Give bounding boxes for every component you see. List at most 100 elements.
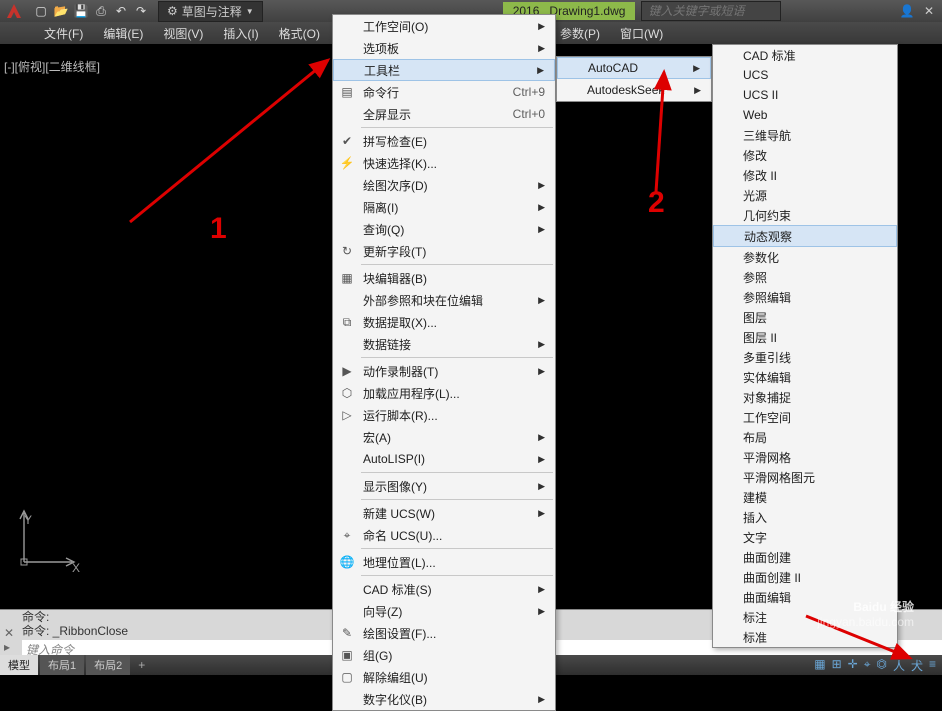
toolbar-item[interactable]: 图层 II bbox=[713, 327, 897, 347]
menu-item-ungroup[interactable]: ▢解除编组(U) bbox=[333, 666, 555, 688]
toolbar-item[interactable]: 平滑网格图元 bbox=[713, 467, 897, 487]
menu-item-macro[interactable]: 宏(A)▶ bbox=[333, 426, 555, 448]
search-input[interactable] bbox=[641, 1, 781, 21]
menu-item-workspace[interactable]: 工作空间(O)▶ bbox=[333, 15, 555, 37]
redo-icon[interactable]: ↷ bbox=[132, 2, 150, 20]
menu-item-commandline[interactable]: ▤命令行Ctrl+9 bbox=[333, 81, 555, 103]
menu-item-loadapp[interactable]: ⬡加载应用程序(L)... bbox=[333, 382, 555, 404]
status-icon[interactable]: ▦ bbox=[814, 657, 825, 674]
toolbar-item[interactable]: Web bbox=[713, 105, 897, 125]
menu-item-autolisp[interactable]: AutoLISP(I)▶ bbox=[333, 448, 555, 470]
toolbar-item[interactable]: 修改 II bbox=[713, 165, 897, 185]
toolbar-item[interactable]: 图层 bbox=[713, 307, 897, 327]
toolbar-item[interactable]: 文字 bbox=[713, 527, 897, 547]
toolbar-item[interactable]: 工作空间 bbox=[713, 407, 897, 427]
autocad-toolbars-submenu: CAD 标准UCSUCS IIWeb三维导航修改修改 II光源几何约束动态观察参… bbox=[712, 44, 898, 648]
toolbar-item[interactable]: 插入 bbox=[713, 507, 897, 527]
status-icon[interactable]: ≡ bbox=[929, 657, 936, 674]
menu-item-group[interactable]: ▣组(G) bbox=[333, 644, 555, 666]
toolbars-submenu: AutoCAD▶ AutodeskSeek▶ bbox=[556, 56, 712, 102]
undo-icon[interactable]: ↶ bbox=[112, 2, 130, 20]
close-icon[interactable]: ✕ bbox=[4, 626, 14, 640]
toolbar-item[interactable]: UCS bbox=[713, 65, 897, 85]
menu-edit[interactable]: 编辑(E) bbox=[93, 22, 153, 45]
menu-item-isolate[interactable]: 隔离(I)▶ bbox=[333, 196, 555, 218]
toolbar-item[interactable]: 修改 bbox=[713, 145, 897, 165]
workspace-label: 草图与注释 bbox=[182, 3, 242, 20]
menu-item-geolocation[interactable]: 🌐地理位置(L)... bbox=[333, 551, 555, 573]
menu-item-dataextract[interactable]: ⧉数据提取(X)... bbox=[333, 311, 555, 333]
toolbar-item[interactable]: 参数化 bbox=[713, 247, 897, 267]
toolbar-item[interactable]: CAD 标准 bbox=[713, 45, 897, 65]
menu-item-namedUcs[interactable]: ⌖命名 UCS(U)... bbox=[333, 524, 555, 546]
toolbar-item[interactable]: 平滑网格 bbox=[713, 447, 897, 467]
toolbar-item[interactable]: 曲面编辑 bbox=[713, 587, 897, 607]
print-icon[interactable]: ⎙ bbox=[92, 2, 110, 20]
menu-item-draftingsettings[interactable]: ✎绘图设置(F)... bbox=[333, 622, 555, 644]
toolbar-item[interactable]: 多重引线 bbox=[713, 347, 897, 367]
menu-item-displayimage[interactable]: 显示图像(Y)▶ bbox=[333, 475, 555, 497]
status-icon[interactable]: 犬 bbox=[911, 657, 923, 674]
toolbar-item[interactable]: UCS II bbox=[713, 85, 897, 105]
menu-item-blockeditor[interactable]: ▦块编辑器(B) bbox=[333, 267, 555, 289]
toolbar-item[interactable]: 几何约束 bbox=[713, 205, 897, 225]
gear-icon: ⚙ bbox=[167, 4, 178, 18]
toolbar-item[interactable]: 光源 bbox=[713, 185, 897, 205]
save-icon[interactable]: 💾 bbox=[72, 2, 90, 20]
tab-layout2[interactable]: 布局2 bbox=[86, 655, 130, 675]
app-logo bbox=[0, 1, 28, 21]
toolbar-item[interactable]: 对象捕捉 bbox=[713, 387, 897, 407]
menu-item-actionrecorder[interactable]: ▶动作录制器(T)▶ bbox=[333, 360, 555, 382]
toolbar-item[interactable]: 曲面创建 bbox=[713, 547, 897, 567]
status-icon[interactable]: 人 bbox=[893, 657, 905, 674]
menu-item-palettes[interactable]: 选项板▶ bbox=[333, 37, 555, 59]
menu-item-wizards[interactable]: 向导(Z)▶ bbox=[333, 600, 555, 622]
open-icon[interactable]: 📂 bbox=[52, 2, 70, 20]
status-icon[interactable]: ✛ bbox=[848, 657, 858, 674]
workspace-selector[interactable]: ⚙ 草图与注释 ▼ bbox=[158, 1, 263, 22]
menu-window[interactable]: 窗口(W) bbox=[610, 22, 673, 45]
add-layout-button[interactable]: + bbox=[132, 656, 151, 674]
menu-item-draworder[interactable]: 绘图次序(D)▶ bbox=[333, 174, 555, 196]
menu-item-runscript[interactable]: ▷运行脚本(R)... bbox=[333, 404, 555, 426]
menu-item-inquiry[interactable]: 查询(Q)▶ bbox=[333, 218, 555, 240]
toolbar-item[interactable]: 参照 bbox=[713, 267, 897, 287]
tab-layout1[interactable]: 布局1 bbox=[40, 655, 84, 675]
toolbar-item[interactable]: 标注 bbox=[713, 607, 897, 627]
toolbar-item[interactable]: 标准 bbox=[713, 627, 897, 647]
toolbar-item[interactable]: 三维导航 bbox=[713, 125, 897, 145]
menu-item-cadstandards[interactable]: CAD 标准(S)▶ bbox=[333, 578, 555, 600]
menu-insert[interactable]: 插入(I) bbox=[213, 22, 268, 45]
toolbar-item[interactable]: 动态观察 bbox=[713, 225, 897, 247]
menu-item-spellcheck[interactable]: ✔拼写检查(E) bbox=[333, 130, 555, 152]
menu-item-tablet[interactable]: 数字化仪(B)▶ bbox=[333, 688, 555, 710]
menu-item-fullscreen[interactable]: 全屏显示Ctrl+0 bbox=[333, 103, 555, 125]
toolbar-item[interactable]: 布局 bbox=[713, 427, 897, 447]
menu-view[interactable]: 视图(V) bbox=[153, 22, 213, 45]
menu-item-quickselect[interactable]: ⚡快速选择(K)... bbox=[333, 152, 555, 174]
chevron-down-icon: ▼ bbox=[246, 7, 254, 16]
toolbar-item[interactable]: 曲面创建 II bbox=[713, 567, 897, 587]
menu-item-newucs[interactable]: 新建 UCS(W)▶ bbox=[333, 502, 555, 524]
expand-icon[interactable]: ▸ bbox=[4, 640, 10, 654]
status-icon[interactable]: ⌖ bbox=[864, 657, 871, 674]
menu-param[interactable]: 参数(P) bbox=[550, 22, 610, 45]
toolbar-item[interactable]: 参照编辑 bbox=[713, 287, 897, 307]
new-icon[interactable]: ▢ bbox=[32, 2, 50, 20]
menu-file[interactable]: 文件(F) bbox=[34, 22, 93, 45]
submenu-item-autocad[interactable]: AutoCAD▶ bbox=[557, 57, 711, 79]
toolbar-item[interactable]: 建模 bbox=[713, 487, 897, 507]
tab-model[interactable]: 模型 bbox=[0, 655, 38, 675]
menu-item-xrefblockedit[interactable]: 外部参照和块在位编辑▶ bbox=[333, 289, 555, 311]
toolbar-item[interactable]: 实体编辑 bbox=[713, 367, 897, 387]
status-icon[interactable]: ⏣ bbox=[876, 657, 886, 674]
exchange-icon[interactable]: ✕ bbox=[920, 2, 938, 20]
menu-item-updatefields[interactable]: ↻更新字段(T) bbox=[333, 240, 555, 262]
menu-item-toolbars[interactable]: 工具栏▶ bbox=[333, 59, 555, 81]
signin-icon[interactable]: 👤 bbox=[898, 2, 916, 20]
submenu-item-autodeskseek[interactable]: AutodeskSeek▶ bbox=[557, 79, 711, 101]
menu-item-datalinks[interactable]: 数据链接▶ bbox=[333, 333, 555, 355]
ucs-y-label: Y bbox=[24, 513, 32, 527]
menu-format[interactable]: 格式(O) bbox=[269, 22, 330, 45]
status-icon[interactable]: ⊞ bbox=[832, 657, 842, 674]
